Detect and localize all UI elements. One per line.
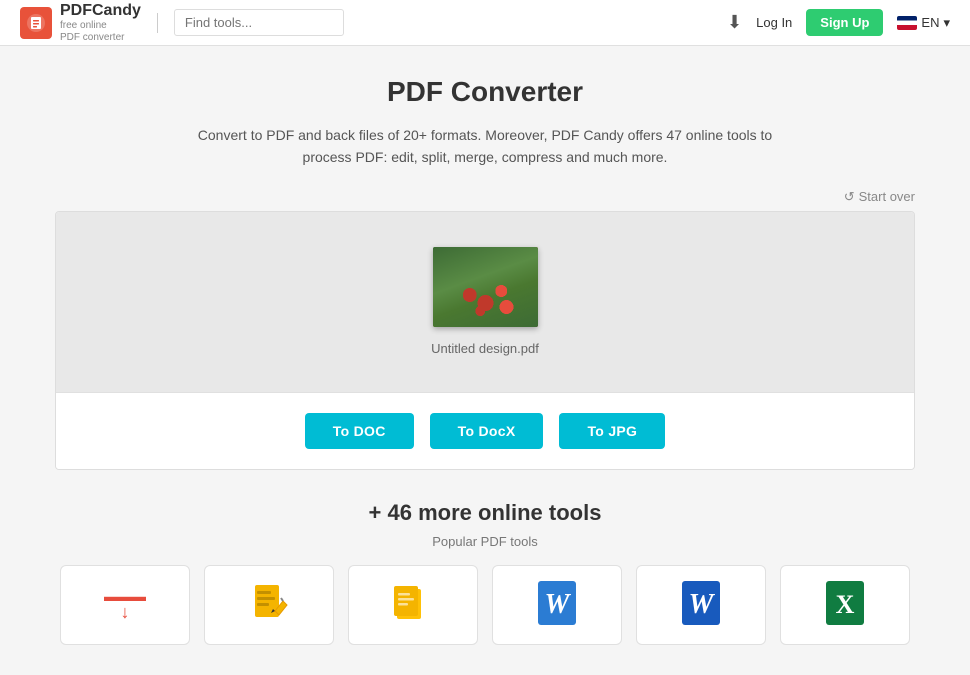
svg-text:W: W [689,589,716,620]
logo-area: PDFCandy free onlinePDF converter [20,1,141,44]
converter-box: Untitled design.pdf To DOC To DocX To JP… [55,211,915,470]
svg-text:W: W [545,589,572,620]
tool-edit-pdf[interactable] [204,565,334,645]
more-tools-title: + 46 more online tools [55,500,915,526]
to-jpg-button[interactable]: To JPG [559,413,665,449]
word-icon-blue: W [538,581,576,628]
tools-grid: ▬▬▬ ↓ [55,565,915,645]
logo-icon [20,7,52,39]
page-title: PDF Converter [55,76,915,108]
header: PDFCandy free onlinePDF converter ⬇ Log … [0,0,970,46]
to-docx-button[interactable]: To DocX [430,413,544,449]
start-over-label: Start over [859,189,915,204]
compress-icon: ▬▬▬ ↓ [104,589,146,621]
tool-pdf-to-word-2[interactable]: W [636,565,766,645]
thumbnail-image [433,247,538,327]
signup-button[interactable]: Sign Up [806,9,883,36]
conversion-buttons: To DOC To DocX To JPG [56,392,914,469]
stacked-docs-icon [391,581,435,628]
svg-text:X: X [836,590,855,619]
page-description: Convert to PDF and back files of 20+ for… [55,124,915,169]
login-button[interactable]: Log In [756,15,792,30]
lang-label: EN [921,15,939,30]
tool-pdf-to-word-1[interactable]: W [492,565,622,645]
popular-label: Popular PDF tools [55,534,915,549]
language-selector[interactable]: EN ▾ [897,15,950,31]
edit-icon [249,581,289,628]
preview-area: Untitled design.pdf [56,212,914,392]
file-name: Untitled design.pdf [431,341,539,356]
flag-icon [897,16,917,30]
tool-pdf-to-excel[interactable]: X [780,565,910,645]
excel-icon: X [826,581,864,628]
logo-sub: free onlinePDF converter [60,20,141,44]
pdf-thumbnail [433,247,538,327]
word-icon-dark-blue: W [682,581,720,628]
lang-chevron-icon: ▾ [943,15,950,31]
header-divider [157,13,158,33]
logo-name: PDFCandy [60,1,141,20]
header-right: ⬇ Log In Sign Up EN ▾ [727,9,950,36]
logo-text: PDFCandy free onlinePDF converter [60,1,141,44]
start-over-area: ↺ Start over [55,189,915,205]
tool-compress-pdf[interactable]: ▬▬▬ ↓ [60,565,190,645]
more-tools-section: + 46 more online tools Popular PDF tools… [55,500,915,645]
download-icon[interactable]: ⬇ [727,12,742,33]
main-content: PDF Converter Convert to PDF and back fi… [35,46,935,675]
to-doc-button[interactable]: To DOC [305,413,414,449]
search-input[interactable] [174,9,344,36]
start-over-button[interactable]: ↺ Start over [844,189,915,205]
tool-pdf-to-doc[interactable] [348,565,478,645]
refresh-icon: ↺ [844,189,855,205]
